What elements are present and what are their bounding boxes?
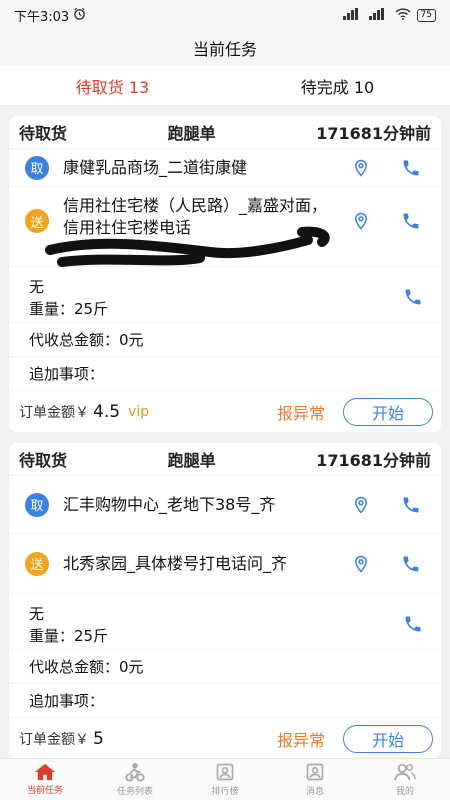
message-icon [306,763,324,781]
order-type: 跑腿单 [167,451,216,470]
pickup-address: 康健乳品商场_二道街康健 [63,157,248,177]
report-exception-button[interactable]: 报异常 [277,727,325,751]
delivery-badge: 送 [25,551,49,576]
order-status: 待取货 [19,451,68,470]
phone-icon[interactable] [399,156,423,180]
cod-row: 代收总金额：0元 [9,649,441,683]
nav-messages[interactable]: 消息 [270,759,360,800]
order-status: 待取货 [19,124,68,143]
battery-indicator: 75 [416,8,436,22]
order-card: 待取货 跑腿单 171681分钟前 取 汇丰购物中心_老地下38号_齐 送 北秀… [9,443,441,758]
location-pin-icon[interactable] [349,209,373,233]
vip-badge: vip [128,403,150,420]
profile-icon [394,763,416,781]
order-time-ago: 171681分钟前 [316,124,431,143]
order-footer: 订单金额￥ 5 报异常 开始 [9,717,441,758]
start-button[interactable]: 开始 [343,397,433,426]
nav-profile[interactable]: 我的 [360,759,450,800]
wifi-icon [395,7,411,23]
nav-label: 排行榜 [211,787,239,797]
pickup-row: 取 康健乳品商场_二道街康健 [9,148,441,186]
extra-items: 追加事项： [29,365,105,383]
home-icon [35,763,55,781]
status-bar: 下午3:03 75 [0,0,450,30]
amount-label: 订单金额￥ [19,404,89,421]
nav-task-list[interactable]: 任务列表 [90,759,180,800]
nav-current-tasks[interactable]: 当前任务 [0,759,90,800]
phone-icon[interactable] [401,285,425,309]
order-weight: 重量：25斤 [29,626,109,645]
order-footer: 订单金额￥ 4.5 vip 报异常 开始 [9,390,441,432]
order-note: 无 [29,604,45,623]
phone-icon[interactable] [399,493,423,517]
tab-pending-pickup[interactable]: 待取货 13 [0,66,225,105]
nav-label: 任务列表 [116,787,153,797]
extra-items: 追加事项： [29,692,105,710]
pickup-badge: 取 [25,155,49,180]
order-info: 无 重量：25斤 [9,593,441,649]
location-pin-icon[interactable] [349,493,373,517]
rider-icon [125,762,145,782]
order-note: 无 [29,277,45,296]
order-time-ago: 171681分钟前 [316,451,431,470]
start-button[interactable]: 开始 [343,724,433,753]
order-amount: 4.5 [93,401,121,422]
redaction-scribble [45,226,330,267]
delivery-address: 北秀家园_具体楼号打电话问_齐 [63,553,288,573]
nav-ranking[interactable]: 排行榜 [180,759,270,800]
nav-label: 我的 [395,787,414,797]
order-type: 跑腿单 [167,124,216,143]
status-time: 下午3:03 [14,9,70,25]
location-pin-icon[interactable] [349,156,373,180]
pickup-address: 汇丰购物中心_老地下38号_齐 [63,494,276,514]
task-tabs: 待取货 13 待完成 10 [0,66,450,106]
page-title-bar: 当前任务 [0,30,450,66]
nav-label: 当前任务 [26,786,63,796]
tab-pending-complete[interactable]: 待完成 10 [225,66,450,105]
report-exception-button[interactable]: 报异常 [277,400,325,424]
cod-amount: 代收总金额：0元 [29,658,144,676]
phone-icon[interactable] [401,612,425,636]
nav-label: 消息 [305,787,324,797]
delivery-row: 送 北秀家园_具体楼号打电话问_齐 [9,533,441,593]
pickup-badge: 取 [25,492,49,517]
pickup-row: 取 汇丰购物中心_老地下38号_齐 [9,475,441,533]
order-header: 待取货 跑腿单 171681分钟前 [9,443,441,475]
cod-row: 代收总金额：0元 [9,322,441,356]
page-title: 当前任务 [192,40,257,59]
order-list: 待取货 跑腿单 171681分钟前 取 康健乳品商场_二道街康健 送 信用社住宅… [0,116,450,758]
extra-row: 追加事项： [9,683,441,717]
phone-icon[interactable] [399,209,423,233]
amount-label: 订单金额￥ [19,731,89,748]
location-pin-icon[interactable] [349,552,373,576]
ranking-icon [216,763,234,781]
order-header: 待取货 跑腿单 171681分钟前 [9,116,441,148]
signal-icon [342,7,363,23]
order-weight: 重量：25斤 [29,299,109,318]
phone-icon[interactable] [399,552,423,576]
signal-icon-2 [368,7,389,23]
extra-row: 追加事项： [9,356,441,390]
alarm-icon [73,7,86,24]
cod-amount: 代收总金额：0元 [29,331,144,349]
order-amount: 5 [93,728,104,749]
bottom-nav: 当前任务 任务列表 排行榜 消息 我的 [0,758,450,800]
